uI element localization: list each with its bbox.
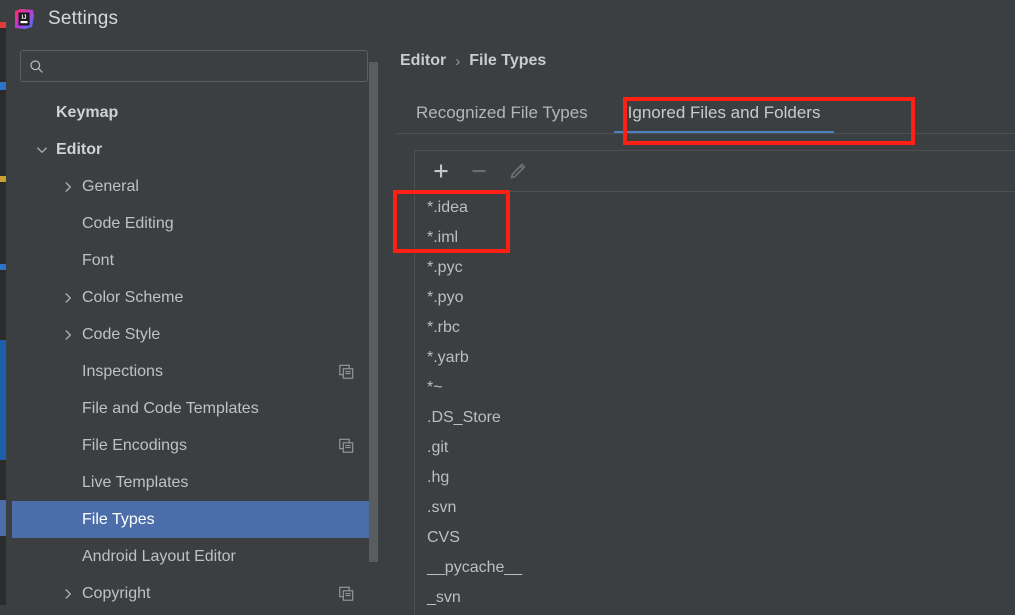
ignored-file-row[interactable]: .git: [415, 433, 1015, 463]
minus-icon: [472, 170, 486, 173]
sidebar-item-file-encodings[interactable]: File Encodings: [12, 427, 376, 464]
ignored-file-row[interactable]: _svn: [415, 583, 1015, 613]
edit-button[interactable]: [501, 156, 533, 186]
ignored-file-label: _svn: [427, 589, 461, 606]
chevron-right-icon: [65, 292, 71, 303]
remove-button[interactable]: [463, 156, 495, 186]
chevron-right-icon: [65, 329, 71, 340]
search-box[interactable]: [20, 50, 368, 82]
copy-settings-icon[interactable]: [339, 586, 354, 601]
ignored-file-label: *.yarb: [427, 349, 469, 366]
sidebar-item-inspections[interactable]: Inspections: [12, 353, 376, 390]
ignored-file-label: *.idea: [427, 199, 468, 216]
sidebar-item-label: Code Editing: [82, 214, 174, 232]
tab-recognized-file-types[interactable]: Recognized File Types: [396, 92, 608, 134]
sidebar-item-color-scheme[interactable]: Color Scheme: [12, 279, 376, 316]
plus-icon: [434, 164, 448, 178]
sidebar-item-label: Code Style: [82, 325, 161, 343]
dialog-titlebar: IJ Settings: [6, 0, 1015, 38]
sidebar-item-label: Inspections: [82, 362, 163, 380]
copy-settings-icon[interactable]: [339, 438, 354, 453]
ignored-file-label: *.rbc: [427, 319, 460, 336]
ignored-file-label: .svn: [427, 499, 457, 516]
ignored-file-label: .DS_Store: [427, 409, 501, 426]
search-icon: [30, 59, 43, 73]
chevron-right-icon: [65, 181, 71, 192]
search-container: [12, 38, 376, 92]
ignored-file-label: .git: [427, 439, 449, 456]
settings-dialog: IJ Settings Keymap Editor General Code Edit…: [6, 0, 1015, 615]
ignored-file-row[interactable]: CVS: [415, 523, 1015, 553]
list-toolbar: [415, 151, 1015, 192]
breadcrumb-current: File Types: [469, 52, 547, 69]
sidebar-item-label: Editor: [56, 140, 103, 158]
breadcrumb-separator-icon: ›: [455, 52, 461, 70]
ignored-file-row[interactable]: *.idea: [415, 193, 1015, 223]
sidebar-item-general[interactable]: General: [12, 168, 376, 205]
intellij-idea-logo-icon: IJ: [15, 9, 34, 29]
sidebar-item-live-templates[interactable]: Live Templates: [12, 464, 376, 501]
sidebar-item-android-layout-editor[interactable]: Android Layout Editor: [12, 538, 376, 575]
ignored-files-list[interactable]: *.idea *.iml *.pyc *.pyo *.rbc *.yarb *~ .DS_St…: [415, 193, 1015, 615]
sidebar-scrollbar-thumb[interactable]: [369, 62, 378, 562]
pencil-icon: [510, 163, 525, 179]
ignored-file-label: .hg: [427, 469, 450, 486]
sidebar-item-file-types[interactable]: File Types: [12, 501, 376, 538]
sidebar-item-editor[interactable]: Editor: [12, 131, 376, 168]
ignored-file-row[interactable]: .hg: [415, 463, 1015, 493]
sidebar-item-label: Android Layout Editor: [82, 547, 236, 565]
sidebar-item-copyright[interactable]: Copyright: [12, 575, 376, 612]
sidebar-item-code-editing[interactable]: Code Editing: [12, 205, 376, 242]
settings-tree: Keymap Editor General Code Editing Font Color…: [12, 94, 376, 612]
breadcrumb-parent[interactable]: Editor: [400, 52, 446, 70]
chevron-down-icon: [37, 146, 47, 153]
settings-content-pane: Editor › File Types Recognized File Type…: [396, 38, 1015, 615]
chevron-right-icon: [65, 588, 71, 599]
tab-ignored-files-and-folders[interactable]: Ignored Files and Folders: [608, 92, 841, 134]
ignored-file-label: *~: [427, 379, 443, 396]
ignored-file-label: CVS: [427, 529, 460, 546]
settings-sidebar: Keymap Editor General Code Editing Font Color…: [12, 38, 378, 605]
tab-bar: Recognized File Types Ignored Files and F…: [396, 92, 1015, 134]
ignored-files-panel: *.idea *.iml *.pyc *.pyo *.rbc *.yarb *~ .DS_St…: [414, 150, 1015, 615]
breadcrumb: Editor › File Types: [396, 38, 1015, 70]
sidebar-item-label: Live Templates: [82, 473, 189, 491]
add-button[interactable]: [425, 156, 457, 186]
ignored-file-row[interactable]: *.pyo: [415, 283, 1015, 313]
ignored-file-label: __pycache__: [427, 559, 523, 576]
ignored-file-row[interactable]: .svn: [415, 493, 1015, 523]
ignored-file-row[interactable]: *.iml: [415, 223, 1015, 253]
ignored-file-row[interactable]: *~: [415, 373, 1015, 403]
sidebar-item-label: Color Scheme: [82, 288, 184, 306]
tab-label: Ignored Files and Folders: [627, 103, 821, 122]
sidebar-item-label: Font: [82, 251, 115, 269]
ignored-file-label: *.pyo: [427, 289, 464, 306]
sidebar-item-label: Copyright: [82, 584, 151, 602]
search-input[interactable]: [50, 58, 359, 74]
sidebar-scrollbar-track[interactable]: [369, 38, 378, 605]
ignored-file-row[interactable]: *.yarb: [415, 343, 1015, 373]
sidebar-item-keymap[interactable]: Keymap: [12, 94, 376, 131]
ignored-file-row[interactable]: *.rbc: [415, 313, 1015, 343]
ignored-file-row[interactable]: *.pyc: [415, 253, 1015, 283]
sidebar-item-label: File and Code Templates: [82, 399, 259, 417]
ignored-file-row[interactable]: __pycache__: [415, 553, 1015, 583]
sidebar-item-label: File Types: [82, 510, 155, 528]
ignored-file-row[interactable]: .DS_Store: [415, 403, 1015, 433]
sidebar-item-label: File Encodings: [82, 436, 187, 454]
ignored-file-label: *.iml: [427, 229, 459, 246]
sidebar-item-font[interactable]: Font: [12, 242, 376, 279]
ignored-file-label: *.pyc: [427, 259, 463, 276]
sidebar-item-code-style[interactable]: Code Style: [12, 316, 376, 353]
sidebar-item-label: Keymap: [56, 103, 119, 121]
sidebar-item-label: General: [82, 177, 139, 195]
svg-text:IJ: IJ: [21, 15, 26, 21]
copy-settings-icon[interactable]: [339, 364, 354, 379]
dialog-title: Settings: [48, 8, 119, 29]
sidebar-item-file-and-code-templates[interactable]: File and Code Templates: [12, 390, 376, 427]
tab-label: Recognized File Types: [416, 103, 588, 122]
